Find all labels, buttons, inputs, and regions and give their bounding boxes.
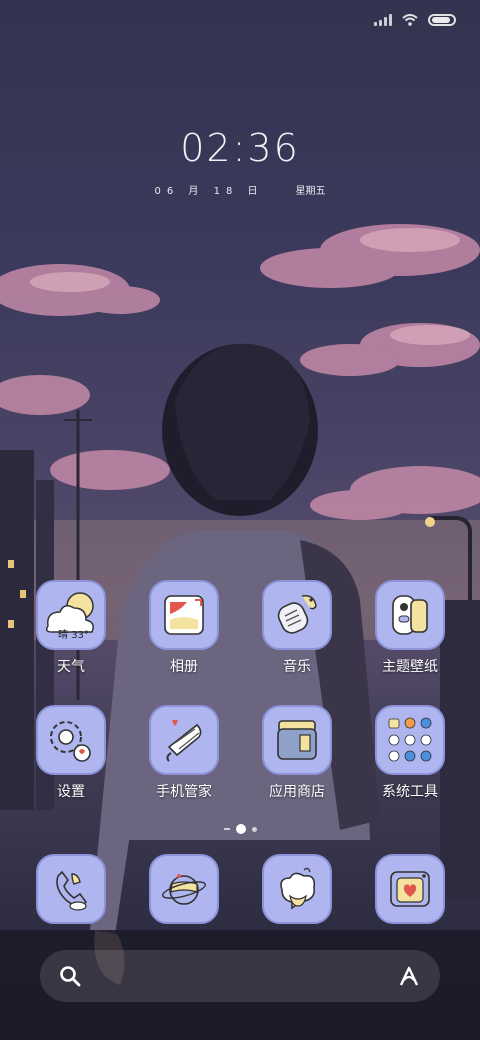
messages-icon [262, 854, 332, 924]
security-icon [149, 705, 219, 775]
dock-messages[interactable] [255, 854, 339, 924]
global-search-bar[interactable] [40, 950, 440, 1002]
app-label: 主题壁纸 [382, 659, 438, 675]
app-label: 手机管家 [156, 784, 212, 800]
app-label: 系统工具 [382, 784, 438, 800]
weather-icon: 晴 33° [36, 580, 106, 650]
tools-folder-icon [375, 705, 445, 775]
app-label: 应用商店 [269, 784, 325, 800]
browser-icon [149, 854, 219, 924]
battery-icon [428, 14, 456, 26]
app-label: 天气 [57, 659, 85, 675]
themes-icon [375, 580, 445, 650]
settings-icon [36, 705, 106, 775]
page-indicator-other [251, 826, 257, 832]
date-widget[interactable]: 06 月 18 日 星期五 [0, 182, 480, 197]
app-security[interactable]: 手机管家 [142, 705, 226, 801]
music-icon [262, 580, 332, 650]
app-label: 音乐 [283, 659, 311, 675]
app-themes[interactable]: 主题壁纸 [368, 580, 452, 676]
app-app-store[interactable]: 应用商店 [255, 705, 339, 801]
clock-widget[interactable]: 02:36 [0, 126, 480, 170]
dock-browser[interactable] [142, 854, 226, 924]
app-store-icon [262, 705, 332, 775]
camera-icon [375, 854, 445, 924]
page-indicator[interactable] [0, 824, 480, 834]
app-gallery[interactable]: 相册 [142, 580, 226, 676]
status-bar [374, 10, 456, 30]
wifi-icon [402, 14, 418, 26]
signal-icon [374, 14, 392, 26]
phone-icon [36, 854, 106, 924]
app-music[interactable]: 音乐 [255, 580, 339, 676]
gallery-icon [149, 580, 219, 650]
app-settings[interactable]: 设置 [29, 705, 113, 801]
weekday-text: 星期五 [295, 186, 326, 197]
date-text: 06 月 18 日 [154, 186, 264, 197]
folder-tools[interactable]: 系统工具 [368, 705, 452, 801]
weather-temp: 晴 33° [58, 630, 89, 641]
battery-level [432, 17, 450, 23]
dock-camera[interactable] [368, 854, 452, 924]
app-label: 设置 [57, 784, 85, 800]
app-weather[interactable]: 晴 33° 天气 [29, 580, 113, 676]
page-indicator-bar [223, 828, 230, 830]
assistant-icon[interactable] [396, 963, 422, 989]
dock-phone[interactable] [29, 854, 113, 924]
app-label: 相册 [170, 659, 198, 675]
search-icon[interactable] [58, 964, 82, 988]
page-indicator-current [235, 824, 246, 834]
